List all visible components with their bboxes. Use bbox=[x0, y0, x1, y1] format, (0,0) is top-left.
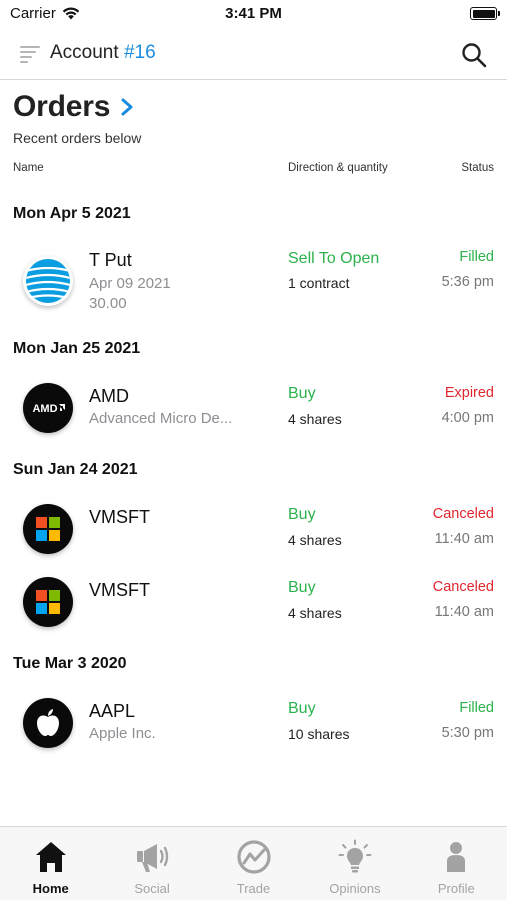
tab-social[interactable]: Social bbox=[101, 827, 202, 900]
order-status: Filled bbox=[459, 700, 494, 716]
tab-label: Home bbox=[32, 881, 69, 896]
profile-icon bbox=[447, 842, 466, 872]
lightbulb-icon bbox=[338, 839, 372, 873]
order-time: 11:40 am bbox=[434, 531, 494, 547]
battery-icon bbox=[470, 7, 500, 20]
page-title: Orders bbox=[13, 90, 111, 123]
home-icon bbox=[35, 842, 66, 872]
tab-label: Opinions bbox=[329, 881, 381, 896]
menu-icon[interactable] bbox=[20, 45, 40, 63]
clock: 3:41 PM bbox=[225, 5, 282, 22]
tab-label: Profile bbox=[437, 881, 475, 896]
order-quantity: 10 shares bbox=[288, 726, 350, 742]
column-header-status: Status bbox=[461, 162, 494, 174]
trade-chart-icon bbox=[236, 840, 271, 874]
order-quantity: 4 shares bbox=[288, 411, 342, 427]
order-row[interactable]: AMD AMD Advanced Micro De... Buy 4 share… bbox=[0, 376, 507, 456]
att-globe-icon bbox=[23, 256, 73, 306]
account-label: Account bbox=[50, 42, 119, 63]
tab-opinions[interactable]: Opinions bbox=[304, 827, 405, 900]
order-quantity: 4 shares bbox=[288, 532, 342, 548]
tab-profile[interactable]: Profile bbox=[406, 827, 507, 900]
order-description: Advanced Micro De... bbox=[89, 410, 233, 427]
svg-text:AMD: AMD bbox=[32, 403, 57, 415]
search-icon[interactable] bbox=[461, 42, 487, 68]
column-header-name: Name bbox=[13, 162, 44, 174]
order-direction: Buy bbox=[288, 385, 316, 402]
tab-trade[interactable]: Trade bbox=[203, 827, 304, 900]
date-header: Sun Jan 24 2021 bbox=[13, 461, 138, 478]
order-direction: Buy bbox=[288, 579, 316, 596]
tab-bar: Home Social Trade Opinions Profile bbox=[0, 826, 507, 900]
order-status: Filled bbox=[459, 249, 494, 265]
order-quantity: 1 contract bbox=[288, 275, 350, 291]
order-symbol: VMSFT bbox=[89, 507, 150, 527]
microsoft-logo-icon bbox=[23, 577, 73, 627]
amd-logo-icon: AMD bbox=[23, 383, 73, 433]
megaphone-icon bbox=[137, 844, 169, 872]
order-symbol: VMSFT bbox=[89, 580, 150, 600]
column-header-direction: Direction & quantity bbox=[288, 162, 388, 174]
status-bar: Carrier 3:41 PM bbox=[0, 0, 507, 30]
tab-home[interactable]: Home bbox=[0, 827, 101, 900]
date-header: Mon Apr 5 2021 bbox=[13, 205, 131, 222]
order-time: 5:36 pm bbox=[441, 274, 494, 290]
order-description: 30.00 bbox=[89, 295, 127, 312]
chevron-right-icon[interactable] bbox=[120, 97, 134, 117]
tab-label: Trade bbox=[236, 881, 271, 896]
page-title-row[interactable]: Orders bbox=[13, 90, 134, 124]
order-status: Expired bbox=[444, 385, 494, 401]
account-title[interactable]: Account #16 bbox=[50, 42, 156, 64]
nav-bar: Account #16 bbox=[0, 30, 507, 80]
order-status: Canceled bbox=[432, 579, 494, 595]
order-direction: Sell To Open bbox=[288, 250, 380, 267]
order-quantity: 4 shares bbox=[288, 605, 342, 621]
order-description: Apr 09 2021 bbox=[89, 275, 171, 292]
order-status: Canceled bbox=[432, 506, 494, 522]
page-subtitle: Recent orders below bbox=[13, 130, 142, 146]
tab-label: Social bbox=[134, 881, 170, 896]
order-description: Apple Inc. bbox=[89, 725, 156, 742]
account-number: #16 bbox=[123, 42, 156, 63]
date-header: Tue Mar 3 2020 bbox=[13, 655, 127, 672]
order-row[interactable]: T Put Apr 09 2021 30.00 Sell To Open 1 c… bbox=[0, 240, 507, 320]
order-direction: Buy bbox=[288, 700, 316, 717]
apple-logo-icon bbox=[23, 698, 73, 748]
order-symbol: T Put bbox=[89, 250, 132, 270]
order-time: 4:00 pm bbox=[441, 410, 494, 426]
order-row[interactable]: VMSFT Buy 4 shares Canceled 11:40 am bbox=[0, 497, 507, 577]
order-symbol: AAPL bbox=[89, 701, 136, 721]
microsoft-logo-icon bbox=[23, 504, 73, 554]
order-direction: Buy bbox=[288, 506, 316, 523]
order-time: 11:40 am bbox=[434, 604, 494, 620]
date-header: Mon Jan 25 2021 bbox=[13, 340, 141, 357]
order-symbol: AMD bbox=[89, 386, 129, 406]
order-row[interactable]: VMSFT Buy 4 shares Canceled 11:40 am bbox=[0, 570, 507, 650]
order-time: 5:30 pm bbox=[441, 725, 494, 741]
order-row[interactable]: AAPL Apple Inc. Buy 10 shares Filled 5:3… bbox=[0, 691, 507, 771]
